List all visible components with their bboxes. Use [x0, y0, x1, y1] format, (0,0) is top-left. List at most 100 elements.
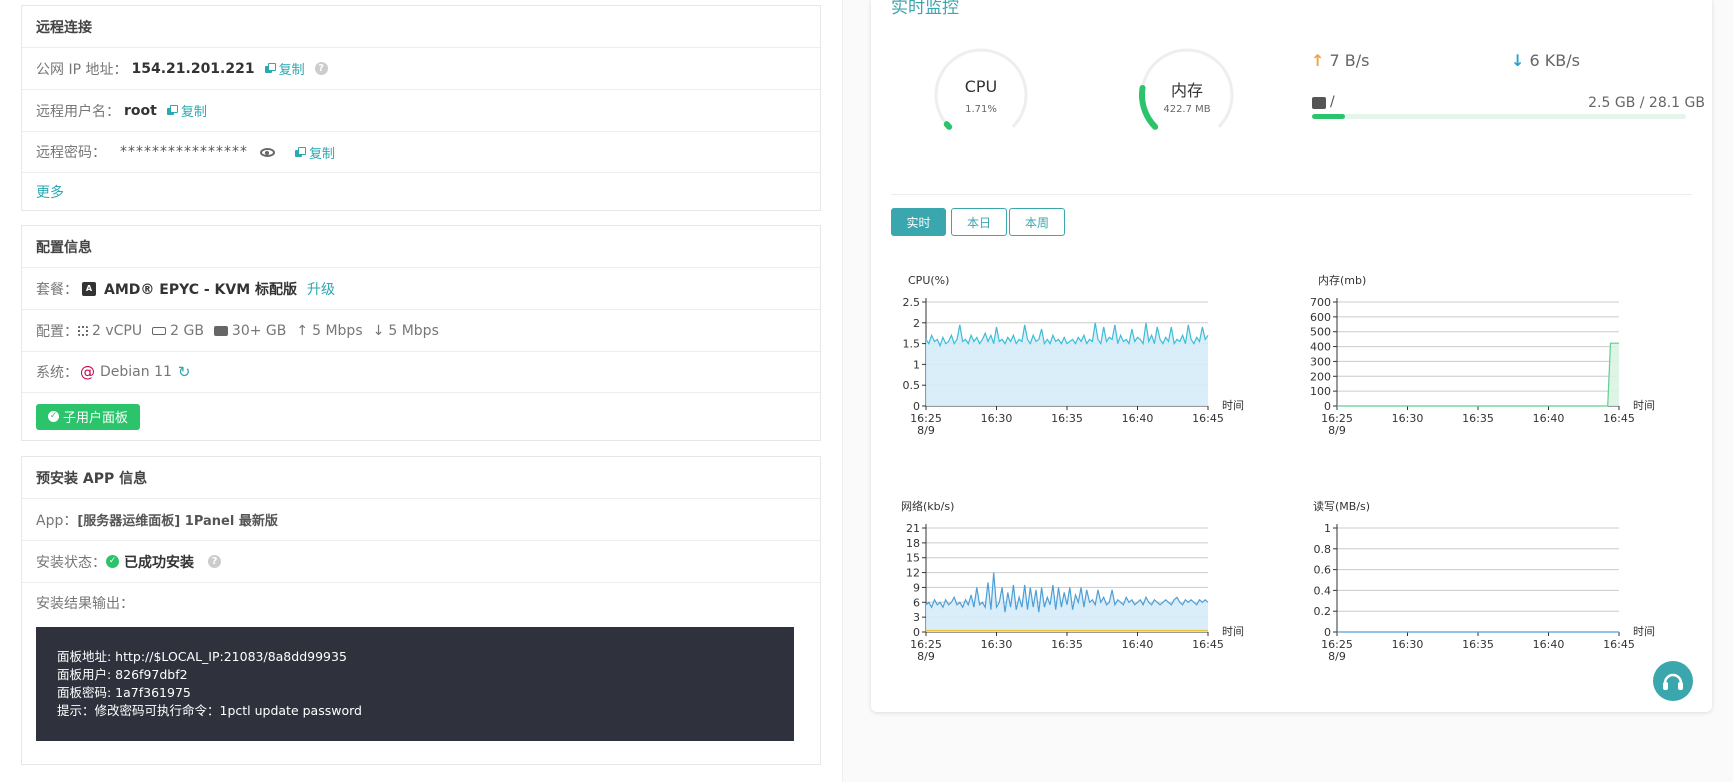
password-row: 远程密码： **************** 复制: [22, 131, 820, 172]
series-area: [926, 322, 1208, 406]
output-label-row: 安装结果输出：: [22, 582, 820, 622]
plan-row: 套餐： A AMD® EPYC - KVM 标配版 升级: [22, 267, 820, 309]
net-down-value: 6 KB/s: [1529, 51, 1580, 70]
tab-realtime[interactable]: 实时: [891, 208, 946, 236]
help-icon[interactable]: ?: [314, 62, 328, 75]
y-tick-label: 2.5: [903, 296, 921, 309]
remote-card-header: 远程连接: [22, 6, 820, 47]
copy-label: 复制: [309, 146, 336, 162]
headset-icon: [1663, 673, 1683, 690]
copy-user-button[interactable]: 复制: [166, 101, 207, 120]
output-line: 面板地址: http://$LOCAL_IP:21083/8a8dd99935: [57, 649, 347, 664]
monitor-charts: CPU(%)00.511.522.516:258/916:30 16:35 16:4…: [901, 273, 1655, 663]
x-tick-label: 8/9: [1328, 424, 1346, 437]
cpu-gauge-label: CPU: [964, 77, 998, 96]
install-status-value: 已成功安装: [124, 554, 194, 571]
y-tick-label: 600: [1310, 311, 1331, 324]
x-tick-label: 16:45: [1192, 412, 1224, 425]
y-tick-label: 400: [1310, 341, 1331, 354]
amd-logo-icon: A: [82, 281, 96, 296]
more-link[interactable]: 更多: [36, 182, 64, 202]
cpu-gauge-arc: [943, 121, 953, 130]
tab-week[interactable]: 本周: [1009, 208, 1065, 236]
copy-ip-button[interactable]: 复制: [264, 59, 305, 78]
y-tick-label: 0.4: [1314, 584, 1332, 597]
upload-arrow-icon: ↑: [296, 322, 309, 339]
password-label: 远程密码：: [36, 145, 106, 161]
y-tick-label: 12: [906, 567, 920, 580]
reinstall-refresh-icon[interactable]: ↻: [178, 363, 191, 381]
x-tick-label: 16:40: [1122, 638, 1154, 651]
os-value: Debian 11: [100, 364, 172, 380]
eye-icon[interactable]: [260, 147, 275, 157]
cpu-gauge: CPU 1.71%: [933, 47, 1029, 143]
x-tick-label: 16:30: [1392, 638, 1424, 651]
subuser-panel-button[interactable]: ✓ 子用户面板: [36, 403, 141, 430]
x-tick-label: 16:35: [1462, 412, 1494, 425]
net-up-value: 7 B/s: [1329, 51, 1370, 70]
copy-password-button[interactable]: 复制: [295, 143, 335, 162]
app-label: App：: [36, 512, 78, 529]
download-arrow-icon: ↓: [372, 322, 385, 339]
y-tick-label: 18: [906, 537, 920, 550]
x-tick-label: 16:35: [1051, 412, 1083, 425]
x-axis-label: 时间: [1633, 399, 1655, 412]
copy-label: 复制: [278, 63, 305, 78]
y-tick-label: 21: [906, 522, 920, 535]
x-tick-label: 16:30: [981, 412, 1013, 425]
debian-logo-icon: @: [80, 363, 95, 381]
monitor-card: 实时监控 CPU 1.71% 内存 422.7 MB ↑ 7 B/s ↓ 6 K…: [871, 0, 1712, 712]
panel-icon: ✓: [48, 411, 59, 422]
config-card: 配置信息 套餐： A AMD® EPYC - KVM 标配版 升级 配置： 2 …: [21, 225, 821, 441]
disk-usage-text: 2.5 GB / 28.1 GB: [1588, 95, 1705, 111]
x-tick-label: 16:35: [1051, 638, 1083, 651]
password-value: ****************: [120, 144, 248, 160]
disk-usage-bar: [1312, 114, 1686, 119]
x-tick-label: 16:45: [1192, 638, 1224, 651]
chart-title: 内存(mb): [1318, 273, 1366, 287]
install-status-label: 安装状态：: [36, 554, 106, 571]
install-output-terminal: 面板地址: http://$LOCAL_IP:21083/8a8dd99935 …: [36, 627, 794, 741]
memory-gauge-value: 422.7 MB: [1163, 104, 1211, 115]
down-arrow-icon: ↓: [1511, 51, 1525, 70]
disk-path: /: [1330, 94, 1335, 110]
upgrade-link[interactable]: 升级: [307, 279, 335, 299]
x-tick-label: 8/9: [1328, 650, 1346, 663]
ip-row: 公网 IP 地址： 154.21.201.221 复制 ?: [22, 47, 820, 89]
y-tick-label: 15: [906, 552, 920, 565]
app-card-title: 预安装 APP 信息: [36, 470, 148, 487]
x-tick-label: 8/9: [917, 650, 935, 663]
plan-value: AMD® EPYC - KVM 标配版: [104, 281, 298, 298]
help-icon[interactable]: ?: [208, 555, 221, 568]
y-tick-label: 0.6: [1314, 564, 1332, 577]
y-tick-label: 6: [913, 596, 920, 609]
copy-icon: [295, 146, 306, 158]
customer-support-button[interactable]: [1653, 661, 1693, 701]
y-tick-label: 0.5: [903, 379, 921, 392]
disk-icon: [213, 325, 228, 336]
disk-icon: [1312, 97, 1326, 109]
monitor-title: 实时监控: [891, 0, 959, 18]
y-tick-label: 500: [1310, 326, 1331, 339]
y-tick-label: 200: [1310, 370, 1331, 383]
os-label: 系统：: [36, 365, 78, 381]
y-tick-label: 0.8: [1314, 543, 1332, 556]
spec-label: 配置：: [36, 323, 78, 340]
app-row: App： [服务器运维面板] 1Panel 最新版: [22, 498, 820, 540]
x-tick-label: 16:45: [1603, 412, 1635, 425]
copy-icon: [264, 63, 276, 74]
x-axis-label: 时间: [1633, 625, 1655, 638]
user-value: root: [124, 102, 157, 119]
y-tick-label: 1.5: [903, 338, 921, 351]
x-tick-label: 16:30: [1392, 412, 1424, 425]
subuser-row: ✓ 子用户面板: [22, 392, 820, 440]
success-check-icon: ✓: [106, 555, 119, 568]
more-row: 更多: [22, 172, 820, 210]
config-card-title: 配置信息: [36, 239, 92, 256]
x-axis-label: 时间: [1222, 399, 1244, 412]
series-line: [1337, 342, 1619, 407]
ram-value: 2 GB: [170, 322, 204, 339]
x-tick-label: 16:45: [1603, 638, 1635, 651]
y-tick-label: 9: [913, 581, 920, 594]
tab-today[interactable]: 本日: [951, 208, 1007, 236]
